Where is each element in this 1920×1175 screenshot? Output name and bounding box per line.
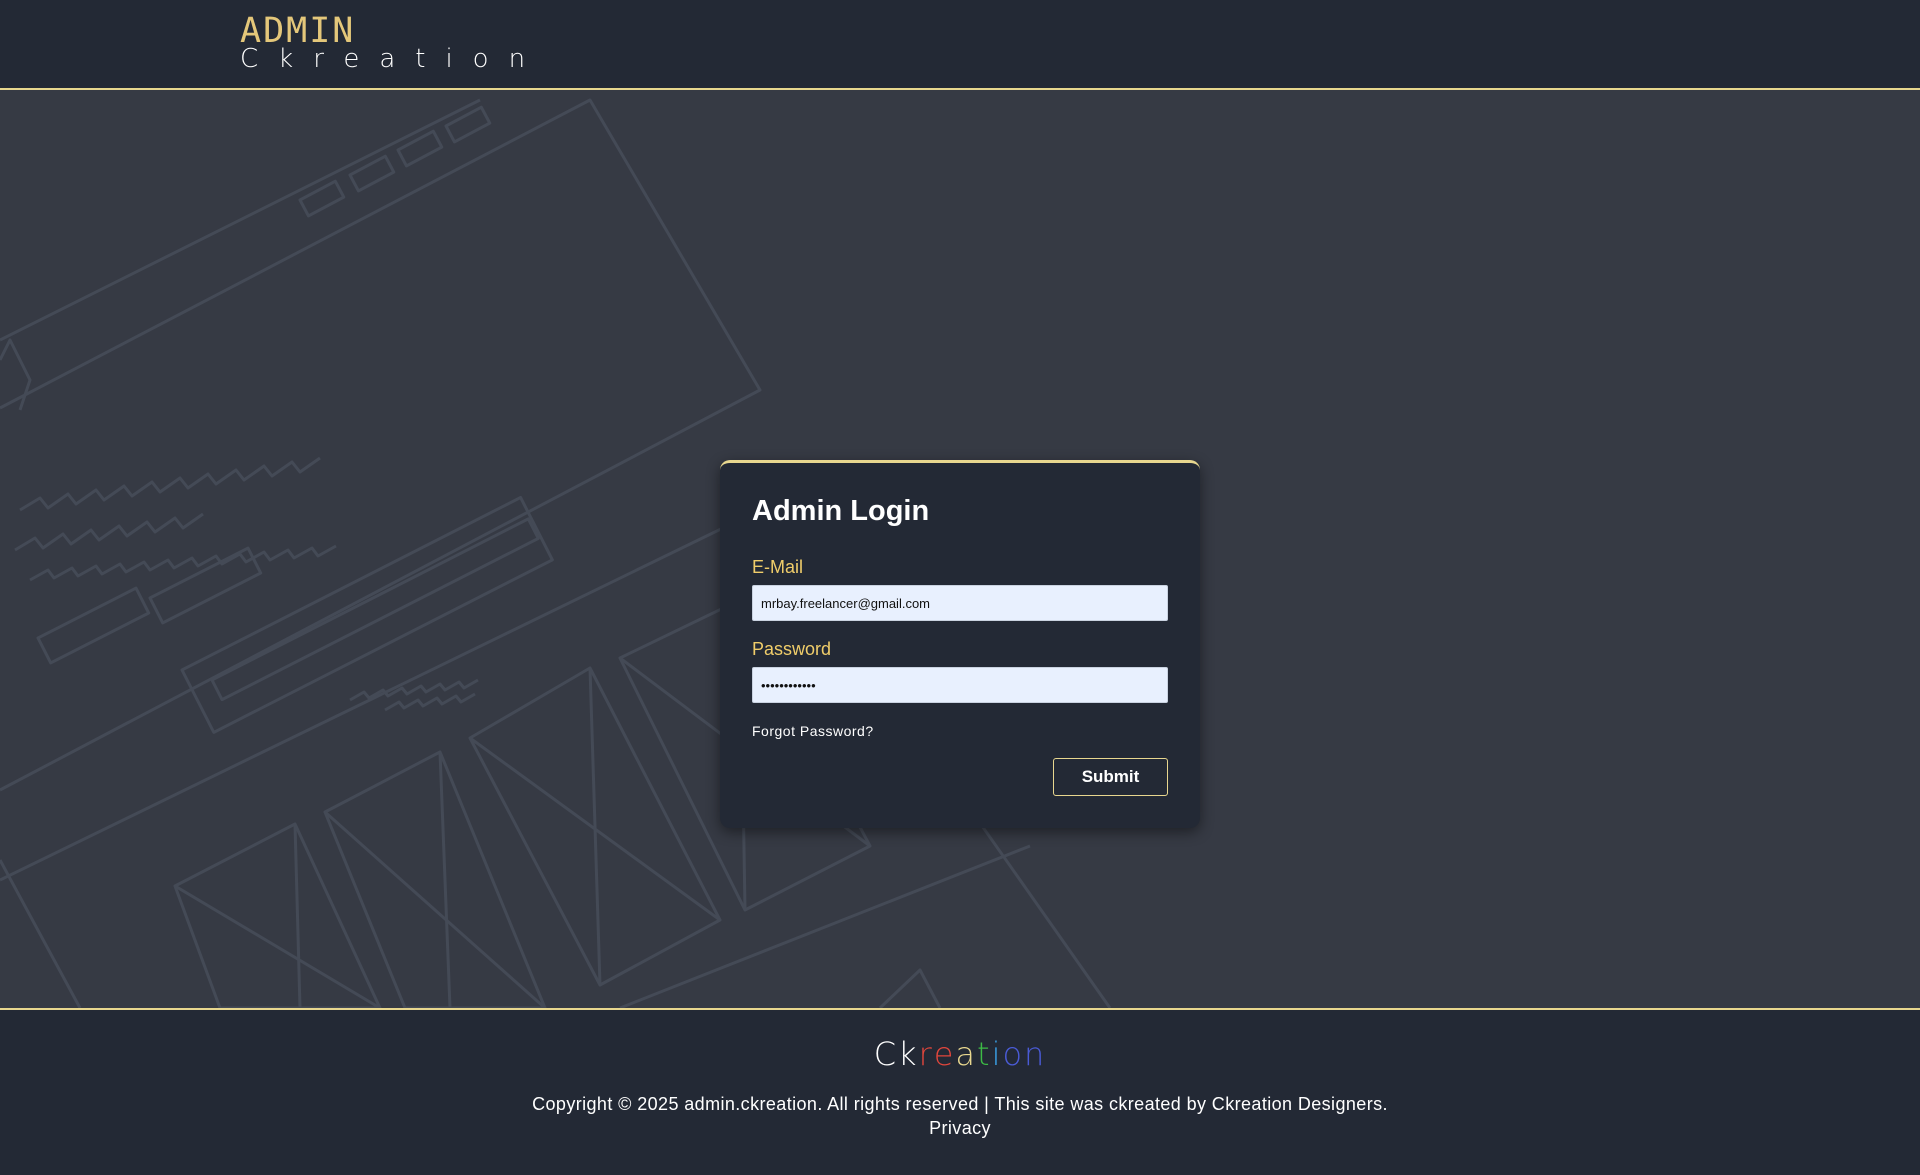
footer-logo-letter: i: [991, 1035, 1003, 1073]
logo-sub-text: Ckreation: [240, 44, 546, 74]
footer-logo-letter: r: [918, 1035, 934, 1073]
admin-logo[interactable]: ADMIN Ckreation: [240, 12, 545, 72]
password-field[interactable]: [752, 667, 1168, 703]
footer-logo-letter: t: [977, 1035, 992, 1073]
site-footer: Ckreation Copyright © 2025 admin.ckreati…: [0, 1008, 1920, 1175]
email-label: E-Mail: [752, 557, 804, 577]
main-area: Admin Login E-Mail Password Forgot Passw…: [0, 90, 1920, 1008]
submit-button[interactable]: Submit: [1053, 758, 1168, 796]
site-header: ADMIN Ckreation: [0, 0, 1920, 90]
password-label: Password: [752, 639, 832, 659]
email-field[interactable]: [752, 585, 1168, 621]
footer-logo-letter: k: [898, 1035, 919, 1073]
footer-logo-letter: e: [933, 1035, 956, 1073]
copyright-text: Copyright © 2025 admin.ckreation. All ri…: [532, 1094, 1388, 1114]
privacy-link[interactable]: Privacy: [929, 1116, 991, 1140]
login-title: Admin Login: [752, 495, 930, 527]
footer-logo-letter: o: [1002, 1035, 1025, 1073]
footer-logo-letter: C: [873, 1035, 899, 1073]
footer-logo-letter: a: [955, 1035, 978, 1073]
footer-logo-letter: n: [1024, 1035, 1047, 1073]
forgot-password-link[interactable]: Forgot Password?: [752, 723, 1168, 739]
footer-logo[interactable]: Ckreation: [0, 1036, 1920, 1072]
login-card: Admin Login E-Mail Password Forgot Passw…: [720, 460, 1200, 828]
